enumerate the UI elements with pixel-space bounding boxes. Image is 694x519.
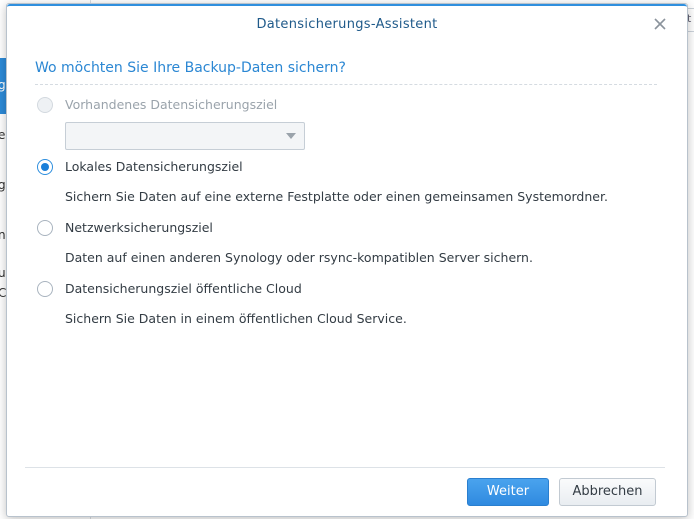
question-heading: Wo möchten Sie Ihre Backup-Daten sichern… bbox=[35, 60, 346, 76]
cancel-button[interactable]: Abbrechen bbox=[559, 478, 656, 506]
divider bbox=[35, 84, 657, 85]
radio-public-cloud-target[interactable] bbox=[37, 281, 53, 297]
next-button[interactable]: Weiter bbox=[467, 478, 549, 506]
option-label-network-target[interactable]: Netzwerksicherungsziel bbox=[65, 220, 213, 235]
option-label-existing-target: Vorhandenes Datensicherungsziel bbox=[65, 97, 278, 112]
option-label-local-target[interactable]: Lokales Datensicherungsziel bbox=[65, 159, 243, 174]
option-description-network-target: Daten auf einen anderen Synology oder rs… bbox=[65, 250, 533, 265]
footer-divider bbox=[25, 467, 665, 468]
radio-existing-target bbox=[37, 97, 53, 113]
chevron-down-icon bbox=[286, 133, 296, 139]
option-description-public-cloud-target: Sichern Sie Daten in einem öffentlichen … bbox=[65, 311, 407, 326]
dialog-header: Datensicherungs-Assistent bbox=[7, 4, 687, 44]
option-label-public-cloud-target[interactable]: Datensicherungsziel öffentliche Cloud bbox=[65, 281, 302, 296]
close-icon[interactable] bbox=[651, 15, 669, 33]
existing-target-select bbox=[65, 122, 305, 150]
option-description-local-target: Sichern Sie Daten auf eine externe Festp… bbox=[65, 189, 608, 204]
dialog-title: Datensicherungs-Assistent bbox=[256, 17, 438, 32]
radio-network-target[interactable] bbox=[37, 220, 53, 236]
backup-wizard-dialog: Datensicherungs-Assistent Wo möchten Sie… bbox=[6, 3, 688, 517]
radio-local-target[interactable] bbox=[37, 159, 53, 175]
